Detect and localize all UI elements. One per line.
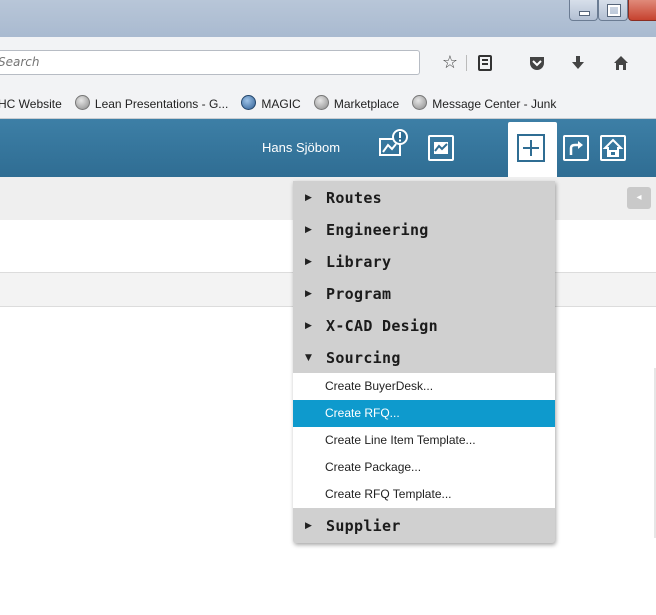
app-header: Hans Sjöbom bbox=[0, 119, 656, 177]
menu-category-label: Supplier bbox=[326, 517, 401, 535]
window-titlebar bbox=[0, 0, 656, 37]
menu-item-label: Create RFQ... bbox=[325, 406, 400, 420]
menu-category-label: Sourcing bbox=[326, 349, 401, 367]
menu-item-label: Create Package... bbox=[325, 460, 422, 474]
expand-arrow-icon: ▶ bbox=[305, 257, 312, 267]
menu-item-label: Create BuyerDesk... bbox=[325, 379, 434, 393]
create-menu: ▶ Routes ▶ Engineering ▶ Library ▶ Progr… bbox=[293, 181, 555, 543]
reading-list-icon[interactable] bbox=[472, 50, 498, 76]
menu-category-label: Program bbox=[326, 285, 392, 303]
user-name[interactable]: Hans Sjöbom bbox=[262, 119, 340, 177]
bookmark-item[interactable]: Message Center - Junk bbox=[404, 91, 556, 118]
menu-category-engineering[interactable]: ▶ Engineering bbox=[293, 214, 555, 246]
plus-icon[interactable] bbox=[517, 134, 545, 162]
star-icon[interactable]: ☆ bbox=[437, 50, 463, 76]
bookmarks-toolbar: HC Website Lean Presentations - G... MAG… bbox=[0, 91, 656, 119]
menu-item-create-buyerdesk[interactable]: Create BuyerDesk... bbox=[293, 373, 555, 400]
pocket-icon[interactable] bbox=[524, 50, 550, 76]
bookmark-label: Message Center - Junk bbox=[432, 97, 557, 111]
menu-item-label: Create RFQ Template... bbox=[325, 487, 452, 501]
menu-item-label: Create Line Item Template... bbox=[325, 433, 476, 447]
expand-arrow-icon: ▶ bbox=[305, 521, 312, 531]
bookmark-item[interactable]: Marketplace bbox=[306, 91, 399, 118]
browser-navbar: ☆ bbox=[0, 37, 656, 92]
bookmark-label: MAGIC bbox=[261, 97, 301, 111]
menu-item-create-package[interactable]: Create Package... bbox=[293, 454, 555, 481]
globe-icon bbox=[313, 95, 329, 110]
download-icon[interactable] bbox=[565, 50, 591, 76]
notification-icon[interactable] bbox=[378, 129, 408, 161]
menu-category-label: Library bbox=[326, 253, 392, 271]
bookmark-label: Marketplace bbox=[333, 97, 400, 111]
search-box[interactable] bbox=[0, 50, 420, 75]
menu-item-create-rfq[interactable]: Create RFQ... bbox=[293, 400, 555, 427]
collapse-arrow-icon: ▼ bbox=[305, 353, 312, 363]
bookmark-item[interactable]: MAGIC bbox=[233, 91, 301, 118]
menu-category-routes[interactable]: ▶ Routes bbox=[293, 182, 555, 214]
bookmark-item[interactable]: Lean Presentations - G... bbox=[67, 91, 228, 118]
magic-icon bbox=[241, 95, 257, 110]
menu-category-label: Engineering bbox=[326, 221, 429, 239]
expand-arrow-icon: ▶ bbox=[305, 193, 312, 203]
bookmark-label: HC Website bbox=[0, 97, 62, 111]
menu-item-create-rfq-template[interactable]: Create RFQ Template... bbox=[293, 481, 555, 508]
home-icon[interactable] bbox=[600, 135, 626, 161]
expand-arrow-icon: ▶ bbox=[305, 225, 312, 235]
close-button[interactable] bbox=[628, 0, 656, 21]
share-icon[interactable] bbox=[563, 135, 589, 161]
globe-icon bbox=[412, 95, 428, 110]
bookmark-label: Lean Presentations - G... bbox=[94, 97, 229, 111]
collapse-panel-button[interactable]: ◂ bbox=[627, 187, 651, 209]
menu-category-xcad-design[interactable]: ▶ X-CAD Design bbox=[293, 310, 555, 342]
chart-icon[interactable] bbox=[428, 135, 454, 161]
globe-icon bbox=[74, 95, 90, 110]
expand-arrow-icon: ▶ bbox=[305, 321, 312, 331]
expand-arrow-icon: ▶ bbox=[305, 289, 312, 299]
toolbar-separator bbox=[466, 55, 467, 71]
add-tab[interactable] bbox=[508, 122, 557, 182]
search-input[interactable] bbox=[0, 51, 398, 73]
minimize-button[interactable] bbox=[569, 0, 598, 21]
menu-category-supplier[interactable]: ▶ Supplier bbox=[293, 510, 555, 542]
maximize-button[interactable] bbox=[598, 0, 628, 21]
menu-category-label: X-CAD Design bbox=[326, 317, 438, 335]
menu-item-create-line-item-template[interactable]: Create Line Item Template... bbox=[293, 427, 555, 454]
menu-category-library[interactable]: ▶ Library bbox=[293, 246, 555, 278]
home-icon[interactable] bbox=[608, 50, 634, 76]
bookmark-item[interactable]: HC Website bbox=[0, 91, 62, 118]
menu-category-program[interactable]: ▶ Program bbox=[293, 278, 555, 310]
menu-category-sourcing[interactable]: ▼ Sourcing bbox=[293, 342, 555, 374]
menu-category-label: Routes bbox=[326, 189, 382, 207]
